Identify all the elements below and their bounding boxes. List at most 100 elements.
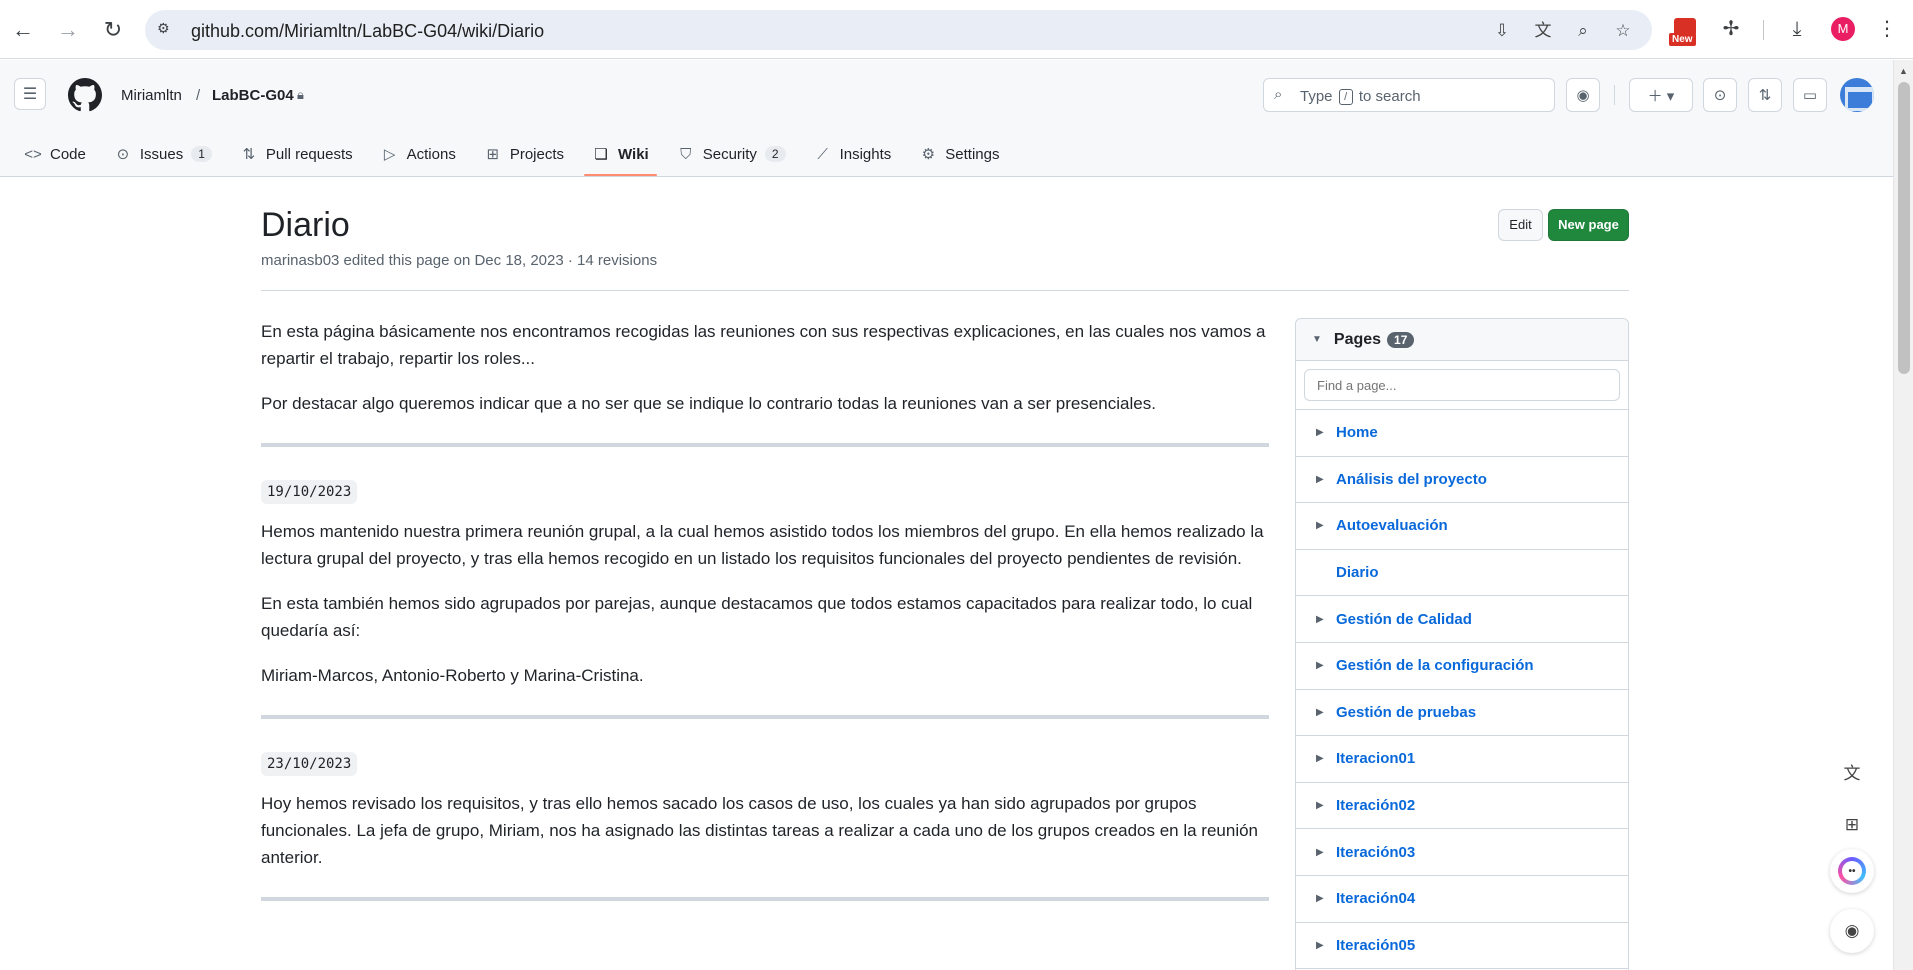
edit-button[interactable]: Edit (1498, 209, 1543, 241)
caret-down-icon: ▼ (1312, 334, 1322, 345)
tab-settings[interactable]: ⚙ Settings (911, 132, 1007, 176)
section-divider (261, 443, 1269, 447)
tab-projects[interactable]: ⊞ Projects (476, 132, 572, 176)
caret-right-icon[interactable]: ▶ (1316, 614, 1336, 625)
page-revision-info[interactable]: marinasb03 edited this page on Dec 18, 2… (261, 252, 657, 269)
sidebar-page-item[interactable]: ▶ Autoevaluación (1296, 503, 1628, 550)
meeting-paragraph: Hemos mantenido nuestra primera reunión … (261, 522, 1264, 568)
issues-circle-icon[interactable]: ⊙ (1703, 78, 1737, 112)
breadcrumb-repo[interactable]: LabBC-G04 (212, 87, 294, 104)
caret-right-icon[interactable]: ▶ (1316, 847, 1336, 858)
shield-icon: ⛉ (680, 145, 692, 163)
sidebar-page-item[interactable]: ▶ Iteración05 (1296, 923, 1628, 970)
tab-code[interactable]: <> Code (16, 132, 94, 176)
sidebar-page-link[interactable]: Iteración03 (1336, 844, 1415, 861)
tab-wiki[interactable]: ❏ Wiki (584, 132, 657, 176)
menu-hamburger-icon[interactable]: ☰ (14, 78, 46, 110)
pull-requests-icon[interactable]: ⇅ (1748, 78, 1782, 112)
sidebar-page-item[interactable]: ▶ Iteración02 (1296, 783, 1628, 830)
caret-right-icon[interactable]: ▶ (1316, 707, 1336, 718)
caret-right-icon[interactable]: ▶ (1316, 893, 1336, 904)
sidebar-page-item[interactable]: ▶ Análisis del proyecto (1296, 457, 1628, 504)
tab-actions[interactable]: ▷ Actions (373, 132, 464, 176)
sidebar-page-link[interactable]: Iteración04 (1336, 890, 1415, 907)
search-input[interactable]: ⌕ Type / to search (1263, 78, 1555, 112)
security-count: 2 (764, 146, 786, 162)
new-page-button[interactable]: New page (1548, 209, 1629, 241)
profile-avatar[interactable]: M (1831, 17, 1855, 41)
sidebar-page-item[interactable]: ▶ Iteración04 (1296, 876, 1628, 923)
user-avatar[interactable] (1840, 78, 1874, 112)
tab-security[interactable]: ⛉ Security 2 (669, 132, 794, 176)
address-bar[interactable]: ⚙ github.com/Miriamltn/LabBC-G04/wiki/Di… (145, 10, 1652, 50)
site-info-icon[interactable]: ⚙ (157, 20, 177, 40)
sidebar-page-item[interactable]: ▶ Gestión de pruebas (1296, 690, 1628, 737)
sidebar-page-link[interactable]: Análisis del proyecto (1336, 471, 1487, 488)
graph-icon: ⟋ (817, 145, 828, 163)
caret-right-icon[interactable]: ▶ (1316, 753, 1336, 764)
table-icon: ⊞ (486, 146, 500, 163)
sidebar-page-item[interactable]: ▶ Gestión de la configuración (1296, 643, 1628, 690)
lock-icon: 🔒︎ (297, 87, 304, 102)
copilot-icon[interactable]: ◉ (1566, 78, 1600, 112)
tab-pull-requests[interactable]: ⇅ Pull requests (232, 132, 361, 176)
url-text[interactable]: github.com/Miriamltn/LabBC-G04/wiki/Diar… (191, 21, 544, 42)
find-page-input[interactable] (1304, 369, 1620, 401)
copilot-chat-icon[interactable]: ◉ (1830, 909, 1874, 953)
sidebar-page-link[interactable]: Autoevaluación (1336, 517, 1448, 534)
create-new-button[interactable]: ＋ ▾ (1629, 78, 1693, 112)
sidebar-page-item[interactable]: ▶ Gestión de Calidad (1296, 596, 1628, 643)
sidebar-page-link[interactable]: Gestión de la configuración (1336, 657, 1534, 674)
translate-tool-icon[interactable]: 文 (1830, 749, 1874, 793)
sidebar-page-link[interactable]: Gestión de Calidad (1336, 611, 1472, 628)
page-scrollbar[interactable]: ▲ (1893, 60, 1913, 970)
sidebar-page-link[interactable]: Gestión de pruebas (1336, 704, 1476, 721)
caret-right-icon[interactable]: ▶ (1316, 660, 1336, 671)
scroll-up-icon[interactable]: ▲ (1899, 66, 1908, 76)
caret-right-icon[interactable]: ▶ (1316, 474, 1336, 485)
extension-new-icon[interactable]: New (1668, 16, 1702, 48)
wiki-content: En esta página básicamente nos encontram… (261, 318, 1269, 931)
forward-icon[interactable]: → (52, 14, 84, 46)
sidebar-page-link[interactable]: Iteración02 (1336, 797, 1415, 814)
extensions-puzzle-icon[interactable]: ✢ (1717, 15, 1745, 43)
tab-insights[interactable]: ⟋ Insights (806, 132, 900, 176)
caret-right-icon[interactable]: ▶ (1316, 427, 1336, 438)
sidebar-page-item[interactable]: ▶ Home (1296, 410, 1628, 457)
bookmark-star-icon[interactable]: ☆ (1612, 20, 1634, 42)
install-app-icon[interactable]: ⇩ (1491, 20, 1513, 42)
tab-issues[interactable]: ⊙ Issues 1 (106, 132, 220, 176)
sidebar-page-link[interactable]: Home (1336, 424, 1378, 441)
assistant-bot-icon[interactable]: •• (1830, 849, 1874, 893)
apps-tool-icon[interactable]: ⊞ (1830, 803, 1874, 847)
meeting-date: 19/10/2023 (261, 480, 358, 504)
caret-right-icon[interactable]: ▶ (1316, 800, 1336, 811)
downloads-icon[interactable]: ⤓ (1783, 15, 1811, 43)
sidebar-page-item[interactable]: ▶ Iteracion01 (1296, 736, 1628, 783)
zoom-icon[interactable]: ⌕ (1572, 20, 1594, 42)
sidebar-page-item[interactable]: ▶ Iteración03 (1296, 829, 1628, 876)
sidebar-page-link[interactable]: Iteracion01 (1336, 750, 1415, 767)
section-divider (261, 715, 1269, 719)
sidebar-page-link[interactable]: Diario (1336, 564, 1379, 581)
meeting-paragraph: Hoy hemos revisado los requisitos, y tra… (261, 794, 1258, 867)
github-logo-icon[interactable] (68, 78, 102, 112)
back-icon[interactable]: ← (7, 14, 39, 46)
header-divider (1614, 85, 1615, 105)
meeting-paragraph: En esta también hemos sido agrupados por… (261, 594, 1253, 640)
caret-right-icon[interactable]: ▶ (1316, 520, 1336, 531)
reload-icon[interactable]: ↻ (97, 14, 129, 46)
sidebar-page-item[interactable]: Diario (1296, 550, 1628, 597)
search-icon: ⌕ (1274, 86, 1283, 103)
sidebar-page-link[interactable]: Iteración05 (1336, 937, 1415, 954)
issue-icon: ⊙ (116, 146, 130, 163)
breadcrumb-owner[interactable]: Miriamltn (121, 87, 182, 104)
browser-toolbar: ← → ↻ ⚙ github.com/Miriamltn/LabBC-G04/w… (0, 0, 1913, 59)
caret-right-icon[interactable]: ▶ (1316, 940, 1336, 951)
meeting-date: 23/10/2023 (261, 752, 358, 776)
translate-icon[interactable]: 文 (1532, 20, 1554, 42)
pages-header[interactable]: ▼ Pages 17 (1296, 319, 1628, 361)
scrollbar-thumb[interactable] (1898, 82, 1910, 374)
browser-menu-icon[interactable]: ⋮ (1877, 15, 1897, 43)
inbox-icon[interactable]: ▭ (1793, 78, 1827, 112)
